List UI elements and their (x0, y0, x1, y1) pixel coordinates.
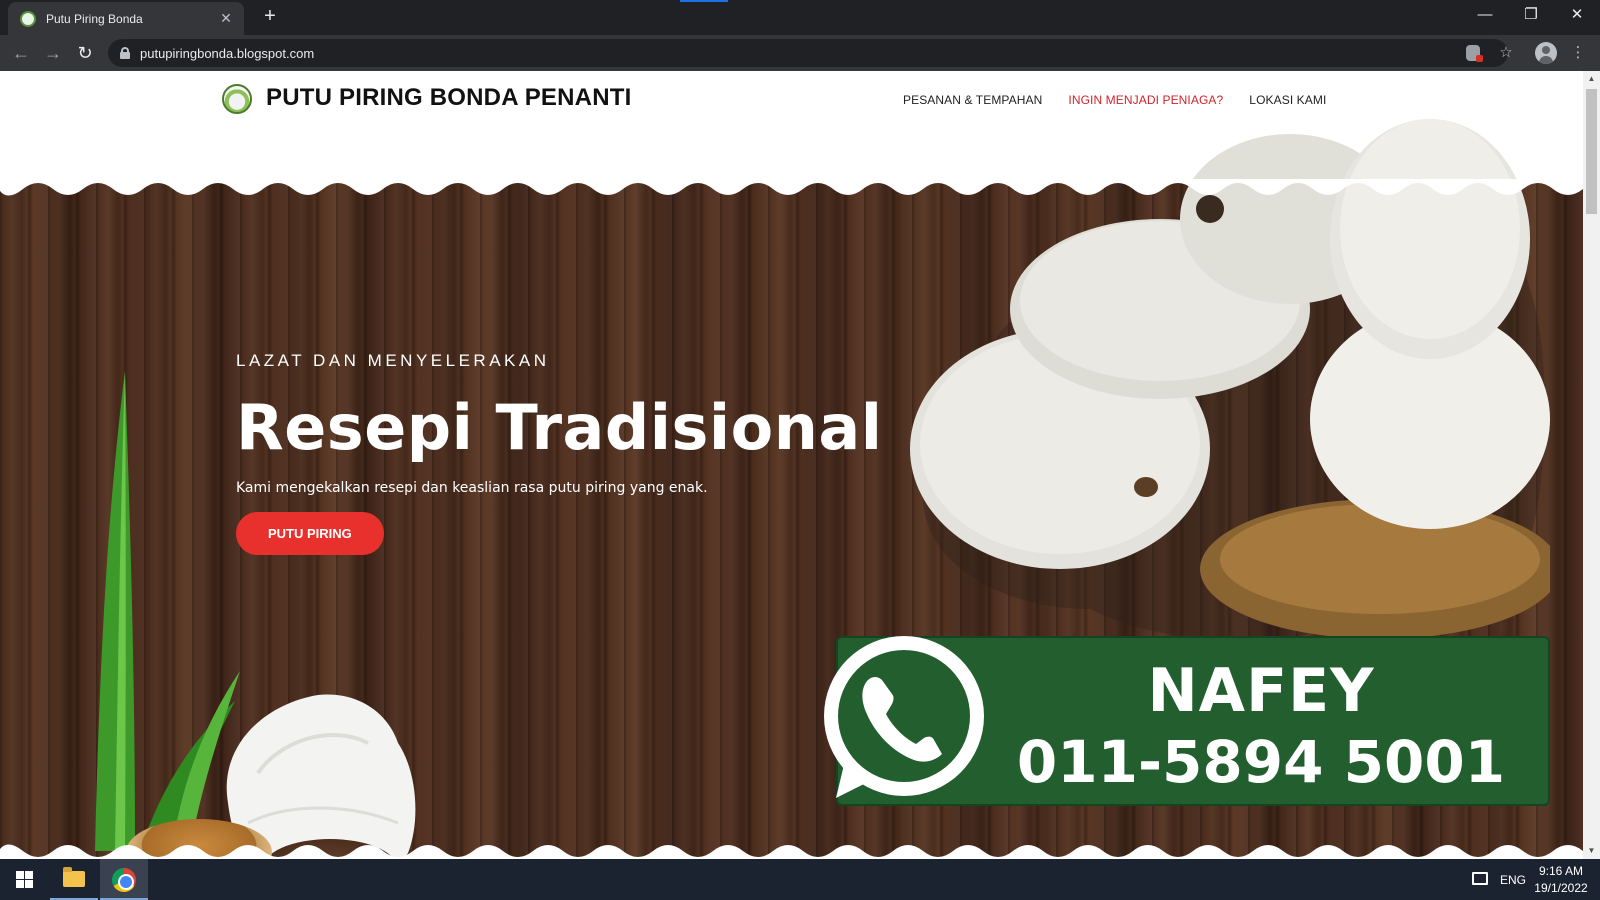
wave-bottom-edge (0, 844, 1583, 859)
forward-icon[interactable]: → (40, 40, 66, 66)
hero-description: Kami mengekalkan resepi dan keaslian ras… (236, 480, 708, 496)
language-indicator[interactable]: ENG (1500, 873, 1526, 887)
url-text[interactable]: putupiringbonda.blogspot.com (140, 46, 314, 61)
site-logo-icon[interactable] (222, 84, 252, 114)
tab-close-icon[interactable]: ✕ (218, 10, 234, 27)
scrollbar-thumb[interactable] (1586, 89, 1597, 214)
back-icon[interactable]: ← (8, 40, 34, 66)
minimize-button[interactable]: — (1462, 0, 1508, 30)
hero-section: LAZAT DAN MENYELERAKAN Resepi Tradisiona… (0, 119, 1583, 859)
clock-date: 19/1/2022 (1534, 881, 1588, 895)
system-clock[interactable]: 9:16 AM 19/1/2022 (1530, 863, 1592, 897)
main-menu: PESANAN & TEMPAHAN INGIN MENJADI PENIAGA… (903, 93, 1326, 107)
chrome-icon (112, 868, 136, 892)
restore-button[interactable]: ❐ (1508, 0, 1554, 30)
browser-tabstrip: Putu Piring Bonda ✕ + — ❐ ✕ (0, 0, 1600, 35)
browser-toolbar: ← → ↻ putupiringbonda.blogspot.com ☆ ⋮ (0, 35, 1600, 71)
hero-title: Resepi Tradisional (236, 391, 883, 464)
new-tab-button[interactable]: + (258, 5, 282, 29)
windows-taskbar: ENG 9:16 AM 19/1/2022 (0, 859, 1600, 900)
whatsapp-icon (824, 636, 984, 798)
hero-eyebrow: LAZAT DAN MENYELERAKAN (236, 351, 550, 370)
site-title[interactable]: PUTU PIRING BONDA PENANTI (266, 84, 631, 112)
menu-item-lokasi[interactable]: LOKASI KAMI (1249, 93, 1326, 107)
clock-time: 9:16 AM (1538, 864, 1584, 878)
wave-top-edge (0, 179, 1583, 196)
scroll-down-icon[interactable]: ▼ (1586, 845, 1597, 857)
contact-name: NAFEY (1147, 656, 1375, 726)
tab-title: Putu Piring Bonda (46, 11, 143, 26)
menu-item-pesanan[interactable]: PESANAN & TEMPAHAN (903, 93, 1042, 107)
chrome-taskbar-button[interactable] (100, 859, 148, 900)
scroll-up-icon[interactable]: ▲ (1586, 73, 1597, 85)
bookmark-star-icon[interactable]: ☆ (1496, 43, 1516, 63)
site-header: PUTU PIRING BONDA PENANTI PESANAN & TEMP… (0, 71, 1583, 181)
extension-icon[interactable] (1466, 45, 1483, 62)
putu-piring-button[interactable]: PUTU PIRING (236, 512, 384, 555)
menu-kebab-icon[interactable]: ⋮ (1568, 43, 1588, 63)
file-explorer-taskbar-button[interactable] (50, 859, 98, 900)
page-scrollbar[interactable]: ▲ ▼ (1583, 71, 1600, 859)
hero-text-block: LAZAT DAN MENYELERAKAN Resepi Tradisiona… (236, 351, 882, 555)
site-favicon-icon (20, 10, 36, 27)
browser-tab[interactable]: Putu Piring Bonda ✕ (8, 2, 244, 35)
page-viewport: LAZAT DAN MENYELERAKAN Resepi Tradisiona… (0, 71, 1583, 859)
profile-avatar[interactable] (1535, 42, 1557, 64)
contact-phone: 011-5894 5001 (1016, 728, 1506, 796)
close-window-button[interactable]: ✕ (1554, 0, 1600, 30)
whatsapp-contact-banner[interactable]: NAFEY 011-5894 5001 (806, 628, 1552, 810)
loading-indicator (680, 0, 728, 2)
reload-icon[interactable]: ↻ (72, 40, 98, 66)
folder-icon (63, 867, 85, 887)
address-bar[interactable]: putupiringbonda.blogspot.com (108, 39, 1508, 67)
windows-start-icon[interactable] (0, 859, 48, 900)
lock-icon[interactable] (120, 47, 130, 59)
network-icon[interactable] (1472, 872, 1488, 885)
menu-item-peniaga[interactable]: INGIN MENJADI PENIAGA? (1068, 93, 1223, 107)
